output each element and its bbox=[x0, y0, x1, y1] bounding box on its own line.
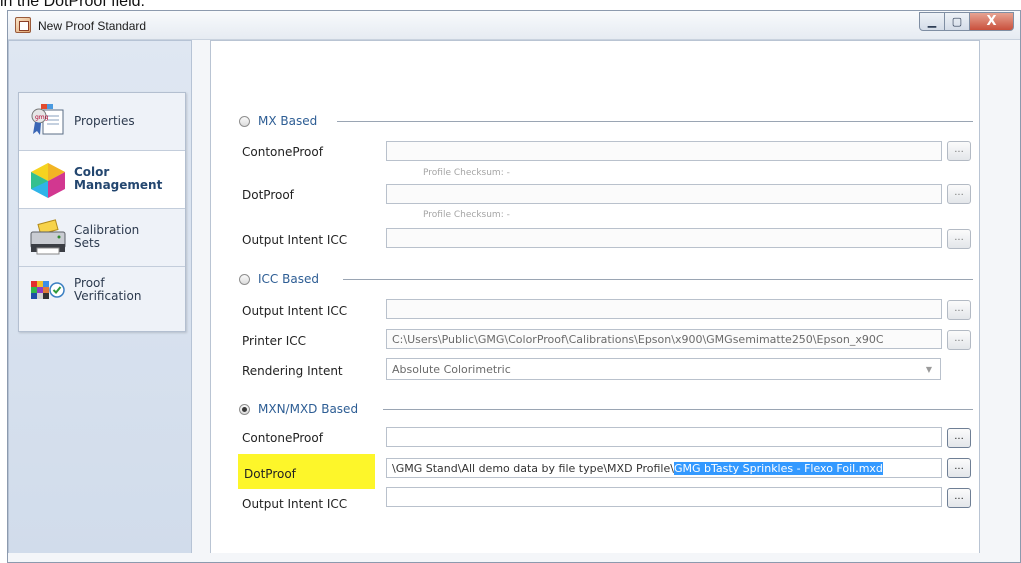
mxn-mxd-based-label: MXN/MXD Based bbox=[258, 402, 359, 416]
nav-item-properties[interactable]: gmg Properties bbox=[19, 93, 185, 151]
rendering-intent-value: Absolute Colorimetric bbox=[392, 363, 511, 376]
navigation-group: gmg Properties Color Management Calibrat… bbox=[18, 92, 186, 332]
nav-label-properties: Properties bbox=[74, 115, 135, 128]
window-title: New Proof Standard bbox=[38, 19, 147, 33]
icc-output-field[interactable] bbox=[386, 299, 942, 319]
mx-based-option[interactable]: MX Based bbox=[239, 114, 317, 128]
icc-based-radio[interactable] bbox=[239, 273, 250, 285]
mx-contone-checksum: Profile Checksum: - bbox=[423, 168, 510, 178]
printer-icc-label: Printer ICC bbox=[242, 334, 307, 348]
color-management-panel: MX Based ContoneProof ... Profile Checks… bbox=[210, 40, 980, 553]
icc-based-option[interactable]: ICC Based bbox=[239, 272, 319, 286]
color-cube-icon bbox=[31, 162, 65, 198]
window-controls: ▁ ▢ X bbox=[919, 12, 1014, 31]
nav-label-proof-verification: Proof Verification bbox=[74, 277, 141, 303]
rendering-intent-dropdown[interactable]: Absolute Colorimetric ▼ bbox=[386, 358, 941, 380]
mx-contone-field[interactable] bbox=[386, 141, 942, 161]
mxn-dot-path: \GMG Stand\All demo data by file type\MX… bbox=[392, 462, 674, 475]
mxn-dot-label: DotProof bbox=[244, 467, 296, 481]
mxn-output-browse-button[interactable]: ... bbox=[947, 488, 971, 508]
mx-output-browse-button[interactable]: ... bbox=[947, 229, 971, 249]
printer-icc-field[interactable]: C:\Users\Public\GMG\ColorProof\Calibrati… bbox=[386, 329, 942, 349]
mx-contone-label: ContoneProof bbox=[242, 145, 323, 159]
nav-label-line: Properties bbox=[74, 114, 135, 128]
mxn-mxd-based-radio[interactable] bbox=[239, 403, 250, 415]
mx-dot-browse-button[interactable]: ... bbox=[947, 184, 971, 204]
chevron-down-icon: ▼ bbox=[925, 365, 932, 374]
section-divider bbox=[343, 279, 973, 280]
mx-based-radio[interactable] bbox=[239, 115, 250, 127]
printer-icon bbox=[30, 218, 66, 254]
minimize-button[interactable]: ▁ bbox=[919, 12, 945, 31]
icc-based-label: ICC Based bbox=[258, 272, 319, 286]
mx-dot-label: DotProof bbox=[242, 188, 294, 202]
mxn-contone-browse-button[interactable]: ... bbox=[947, 428, 971, 448]
nav-label-line: Management bbox=[74, 178, 163, 192]
mx-dot-checksum: Profile Checksum: - bbox=[423, 210, 510, 220]
icc-output-label: Output Intent ICC bbox=[242, 304, 348, 318]
title-bar[interactable]: New Proof Standard ▁ ▢ X bbox=[8, 11, 1020, 40]
rendering-intent-label: Rendering Intent bbox=[242, 364, 343, 378]
nav-label-line: Sets bbox=[74, 236, 100, 250]
app-icon bbox=[15, 17, 31, 33]
maximize-button[interactable]: ▢ bbox=[945, 12, 970, 31]
mxn-output-label: Output Intent ICC bbox=[242, 497, 348, 511]
printer-icc-browse-button[interactable]: ... bbox=[947, 330, 971, 350]
section-divider bbox=[337, 121, 973, 122]
mxn-dot-selected-text: GMG bTasty Sprinkles - Flexo Foil.mxd bbox=[673, 462, 883, 475]
section-divider bbox=[383, 409, 973, 410]
nav-item-calibration-sets[interactable]: Calibration Sets bbox=[19, 209, 185, 267]
svg-text:gmg: gmg bbox=[35, 114, 49, 121]
nav-item-color-management[interactable]: Color Management bbox=[19, 151, 185, 209]
caption-text: in the DotProof field. bbox=[0, 0, 145, 10]
mx-dot-field[interactable] bbox=[386, 184, 942, 204]
mx-based-label: MX Based bbox=[258, 114, 318, 128]
color-check-icon bbox=[31, 281, 65, 299]
nav-item-proof-verification[interactable]: Proof Verification bbox=[19, 267, 185, 331]
mx-output-label: Output Intent ICC bbox=[242, 233, 348, 247]
mxn-dot-label-highlight: DotProof bbox=[238, 454, 375, 489]
navigation-panel: gmg Properties Color Management Calibrat… bbox=[8, 40, 192, 553]
mxn-dot-browse-button[interactable]: ... bbox=[947, 458, 971, 478]
nav-label-line: Verification bbox=[74, 289, 142, 303]
mxn-contone-label: ContoneProof bbox=[242, 431, 323, 445]
mxn-dot-field[interactable]: \GMG Stand\All demo data by file type\MX… bbox=[386, 458, 942, 478]
mxn-output-field[interactable] bbox=[386, 487, 942, 507]
nav-label-calibration-sets: Calibration Sets bbox=[74, 224, 139, 250]
mxn-mxd-based-option[interactable]: MXN/MXD Based bbox=[239, 402, 358, 416]
close-button[interactable]: X bbox=[970, 12, 1014, 31]
mx-output-field[interactable] bbox=[386, 228, 942, 248]
icc-output-browse-button[interactable]: ... bbox=[947, 300, 971, 320]
mx-contone-browse-button[interactable]: ... bbox=[947, 141, 971, 161]
nav-label-color-management: Color Management bbox=[74, 166, 162, 192]
mxn-contone-field[interactable] bbox=[386, 427, 942, 447]
certificate-icon: gmg bbox=[31, 103, 64, 135]
